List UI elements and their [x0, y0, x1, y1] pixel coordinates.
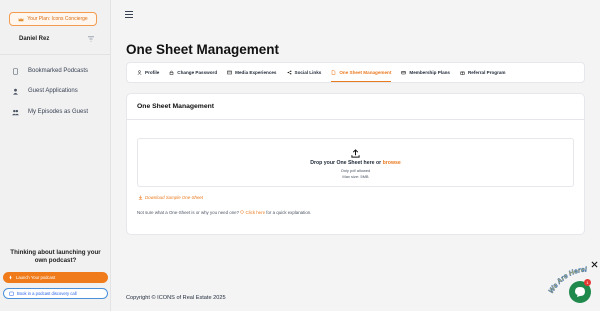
lock-icon [170, 70, 174, 75]
crown-icon [18, 17, 24, 21]
tab-label: Referral Program [467, 70, 506, 75]
tab-change-password[interactable]: Change Password [169, 63, 217, 82]
help-suffix: for a quick explanation. [266, 210, 312, 215]
promo-title: Thinking about launching your own podcas… [10, 249, 101, 264]
help-text: Not sure what a One-Sheet is or why you … [137, 210, 311, 215]
tab-referral-program[interactable]: Referral Program [460, 63, 506, 82]
sidebar-item-label: Guest Applications [28, 88, 78, 94]
tab-one-sheet-management[interactable]: One Sheet Management [331, 63, 392, 82]
book-discovery-call-button[interactable]: Book in a podcast discovery call [3, 288, 108, 299]
plan-label: Your Plan: Icons Concierge [27, 16, 88, 22]
share-icon [287, 70, 291, 75]
card-icon [401, 71, 407, 75]
launch-podcast-label: Launch Your podcast [16, 275, 56, 280]
plan-button[interactable]: Your Plan: Icons Concierge [9, 12, 97, 26]
sidebar-item-label: My Episodes as Guest [28, 109, 89, 115]
download-sample-label: Download Sample One-Sheet [145, 195, 204, 200]
sidebar-item-label: Bookmarked Podcasts [28, 68, 89, 74]
tab-social-links[interactable]: Social Links [287, 63, 322, 82]
sidebar-item-my-episodes-as-guest[interactable]: My Episodes as Guest [12, 107, 88, 117]
tab-label: One Sheet Management [339, 70, 392, 75]
settings-tabs: Profile Change Password Media Experience… [126, 62, 585, 83]
divider [0, 54, 111, 55]
hamburger-icon[interactable] [125, 11, 133, 18]
collapse-toggle-icon[interactable] [87, 36, 95, 42]
sidebar-item-bookmarked-podcasts[interactable]: Bookmarked Podcasts [12, 66, 88, 76]
unread-badge: 1 [584, 279, 591, 286]
page-title: One Sheet Management [126, 42, 280, 57]
calendar-icon [9, 291, 14, 296]
tab-label: Membership Plans [409, 70, 450, 75]
person-icon [13, 88, 18, 95]
tab-label: Profile [145, 70, 160, 75]
sidebar-item-guest-applications[interactable]: Guest Applications [12, 86, 78, 96]
browse-link[interactable]: browse [383, 160, 401, 166]
divider [127, 119, 584, 120]
user-name: Daniel Rez [19, 36, 50, 42]
launch-podcast-button[interactable]: Launch Your podcast [3, 272, 108, 283]
drop-instructions: Drop your One Sheet here or browse [138, 160, 573, 166]
help-link[interactable]: Click here [240, 210, 266, 215]
chat-icon [575, 287, 585, 297]
tab-label: Media Experiences [235, 70, 277, 75]
tab-membership-plans[interactable]: Membership Plans [401, 63, 450, 82]
tab-media-experiences[interactable]: Media Experiences [227, 63, 277, 82]
bookmark-icon [13, 67, 18, 75]
card-title: One Sheet Management [137, 103, 215, 110]
help-prefix: Not sure what a One-Sheet is or why you … [137, 210, 240, 215]
help-link-label: Click here [245, 210, 266, 215]
rocket-icon [9, 275, 12, 280]
file-dropzone[interactable]: Drop your One Sheet here or browse Only … [137, 138, 574, 187]
upload-icon [351, 149, 360, 158]
file-size-note: Max size: 5MB [342, 174, 369, 179]
tab-label: Change Password [177, 70, 218, 75]
sidebar: Your Plan: Icons Concierge Daniel Rez Bo… [0, 0, 111, 311]
gift-icon [460, 71, 465, 75]
footer-copyright: Copyright © ICONS of Real Estate 2025 [126, 295, 226, 301]
book-discovery-call-label: Book in a podcast discovery call [17, 291, 77, 296]
one-sheet-card: One Sheet Management Drop your One Sheet… [126, 93, 585, 235]
user-icon [137, 70, 142, 75]
tab-profile[interactable]: Profile [137, 63, 159, 82]
download-sample-link[interactable]: Download Sample One-Sheet [138, 195, 203, 200]
download-icon [138, 195, 143, 200]
user-menu[interactable]: Daniel Rez [19, 34, 95, 44]
drop-text: Drop your One Sheet here or [310, 160, 382, 166]
people-icon [12, 109, 19, 115]
link-icon [240, 210, 244, 214]
media-icon [227, 70, 232, 75]
tab-label: Social Links [294, 70, 322, 75]
document-icon [332, 70, 336, 75]
file-type-note: Only pdf allowed [340, 168, 371, 173]
